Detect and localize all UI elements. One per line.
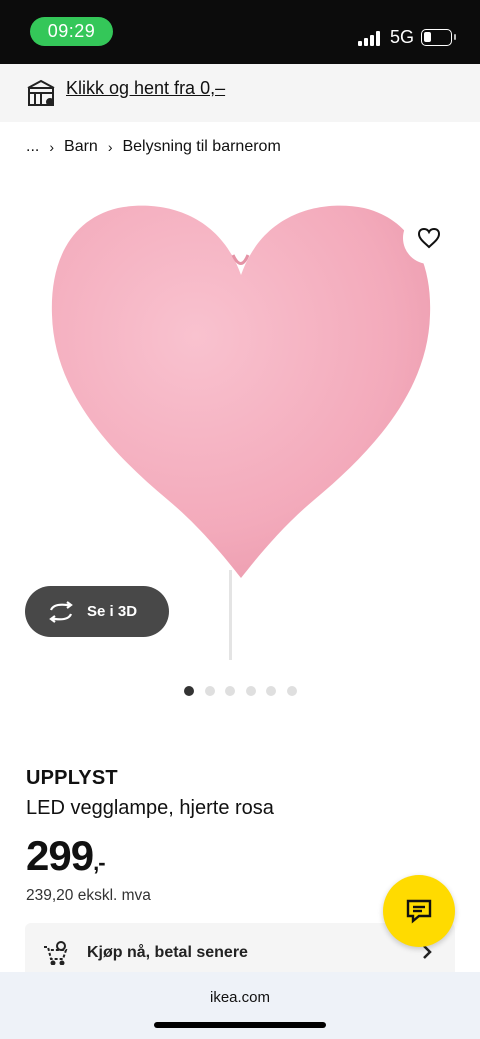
battery-icon xyxy=(421,29,456,46)
price-suffix: ,- xyxy=(93,850,105,875)
network-type: 5G xyxy=(390,27,415,47)
chat-bubble-icon xyxy=(406,899,432,924)
breadcrumb-item-barn[interactable]: Barn xyxy=(64,138,98,156)
browser-url[interactable]: ikea.com xyxy=(0,989,480,1006)
carousel-dot[interactable] xyxy=(204,686,215,696)
chevron-right-icon: › xyxy=(107,139,113,155)
price-main: 299 xyxy=(26,832,94,879)
cart-clock-icon xyxy=(44,941,68,965)
home-indicator[interactable] xyxy=(154,1022,326,1028)
store-pickup-icon xyxy=(27,79,55,106)
chevron-right-icon: › xyxy=(49,139,55,155)
product-name: UPPLYST xyxy=(26,767,118,789)
carousel-indicator xyxy=(184,686,307,696)
view-3d-button[interactable]: Se i 3D xyxy=(25,586,169,637)
status-time: 09:29 xyxy=(30,17,113,46)
chat-button[interactable] xyxy=(383,875,455,947)
carousel-dot[interactable] xyxy=(225,686,235,696)
heart-outline-icon xyxy=(417,227,441,249)
breadcrumb-item-lighting[interactable]: Belysning til barnerom xyxy=(122,138,280,156)
signal-strength-icon xyxy=(358,30,382,46)
carousel-dot[interactable] xyxy=(184,686,194,696)
status-bar: 09:29 5G xyxy=(0,0,480,64)
add-to-favourites-button[interactable] xyxy=(403,212,455,264)
product-price: 299,- xyxy=(26,832,106,880)
buy-now-pay-later-label: Kjøp nå, betal senere xyxy=(87,944,248,961)
breadcrumb: ... › Barn › Belysning til barnerom xyxy=(26,138,281,156)
price-excl-vat: 239,20 ekskl. mva xyxy=(26,887,151,904)
click-and-collect-link[interactable]: Klikk og hent fra 0,– xyxy=(66,78,225,99)
carousel-dot[interactable] xyxy=(245,686,256,696)
carousel-dot[interactable] xyxy=(286,686,297,696)
view-3d-label: Se i 3D xyxy=(87,603,138,620)
product-description: LED vegglampe, hjerte rosa xyxy=(26,797,274,819)
carousel-dot[interactable] xyxy=(266,686,276,696)
breadcrumb-ellipsis[interactable]: ... xyxy=(26,138,39,156)
rotate-3d-icon xyxy=(49,600,73,623)
